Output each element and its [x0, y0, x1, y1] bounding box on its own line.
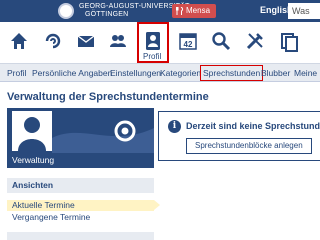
- subnav-item-meine[interactable]: Meine N: [294, 68, 320, 78]
- top-bar: GEORG-AUGUST-UNIVERSITÄT GÖTTINGEN Mensa…: [0, 0, 320, 22]
- sidebar-item-aktuelle-termine[interactable]: Aktuelle Termine: [7, 200, 160, 211]
- mensa-button[interactable]: Mensa: [172, 4, 216, 18]
- info-message-text: Derzeit sind keine Sprechstundenter: [186, 121, 320, 131]
- subnav-item-persoenliche-angaben[interactable]: Persönliche Angaben: [32, 68, 112, 78]
- avatar-panel-decoration-icon: [52, 120, 154, 153]
- files-icon[interactable]: [278, 30, 300, 52]
- university-seal-icon: [58, 3, 74, 19]
- page-title: Verwaltung der Sprechstundentermine: [7, 91, 209, 103]
- tools-icon[interactable]: [244, 30, 266, 52]
- info-icon: i: [168, 120, 181, 133]
- avatar: [12, 111, 52, 151]
- user-avatar-icon: [12, 111, 52, 151]
- subnav-item-einstellungen[interactable]: Einstellungen: [110, 68, 161, 78]
- profile-icon[interactable]: [142, 30, 164, 52]
- main-icon-nav: Profil 42: [0, 22, 320, 64]
- info-message: i Derzeit sind keine Sprechstundenter Sp…: [158, 111, 320, 161]
- search-input[interactable]: Was: [288, 3, 320, 19]
- activity-icon[interactable]: [42, 30, 64, 52]
- avatar-panel: [7, 108, 154, 153]
- subnav-item-profil[interactable]: Profil: [7, 68, 26, 78]
- mensa-label: Mensa: [186, 6, 211, 15]
- create-consultation-blocks-button[interactable]: Sprechstundenblöcke anlegen: [186, 138, 312, 154]
- calendar-day: 42: [184, 40, 193, 49]
- sidebar-group-title: Ansichten: [7, 178, 154, 193]
- search-icon[interactable]: [210, 30, 232, 52]
- sidebar-item-verwaltung[interactable]: Verwaltung: [7, 153, 154, 168]
- sidebar-group-2: [7, 232, 154, 240]
- calendar-icon[interactable]: 42: [177, 30, 199, 52]
- home-icon[interactable]: [8, 30, 30, 52]
- subnav-item-kategorien[interactable]: Kategorien: [160, 68, 201, 78]
- subnav-item-sprechstunden[interactable]: Sprechstunden: [200, 65, 264, 81]
- profile-subnav: Profil Persönliche Angaben Einstellungen…: [0, 64, 320, 82]
- subnav-item-blubber[interactable]: Blubber: [261, 68, 290, 78]
- sidebar-item-vergangene-termine[interactable]: Vergangene Termine: [7, 212, 154, 223]
- mail-icon[interactable]: [75, 30, 97, 52]
- profile-nav-label[interactable]: Profil: [143, 52, 161, 61]
- fork-knife-icon: [176, 7, 184, 15]
- community-icon[interactable]: [107, 30, 129, 52]
